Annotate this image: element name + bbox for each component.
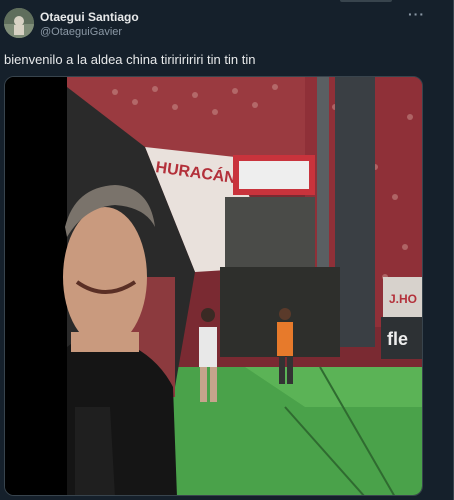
tweet-media-image[interactable]: HURACÁN 6 J.HO fle xyxy=(4,76,423,496)
more-options-icon[interactable]: ··· xyxy=(408,6,425,22)
avatar-photo-icon xyxy=(4,8,34,38)
avatar[interactable] xyxy=(4,8,34,38)
author-handle[interactable]: @OtaeguiGavier xyxy=(40,26,122,38)
ad-text: fle xyxy=(387,329,408,349)
tweet-text: bienvenilo a la aldea china tiririririri… xyxy=(4,52,256,67)
divider xyxy=(340,0,392,2)
board-text: J.HO xyxy=(389,292,417,306)
author-display-name[interactable]: Otaegui Santiago xyxy=(40,10,139,24)
tweet-card: Otaegui Santiago @OtaeguiGavier ··· bien… xyxy=(0,0,454,500)
